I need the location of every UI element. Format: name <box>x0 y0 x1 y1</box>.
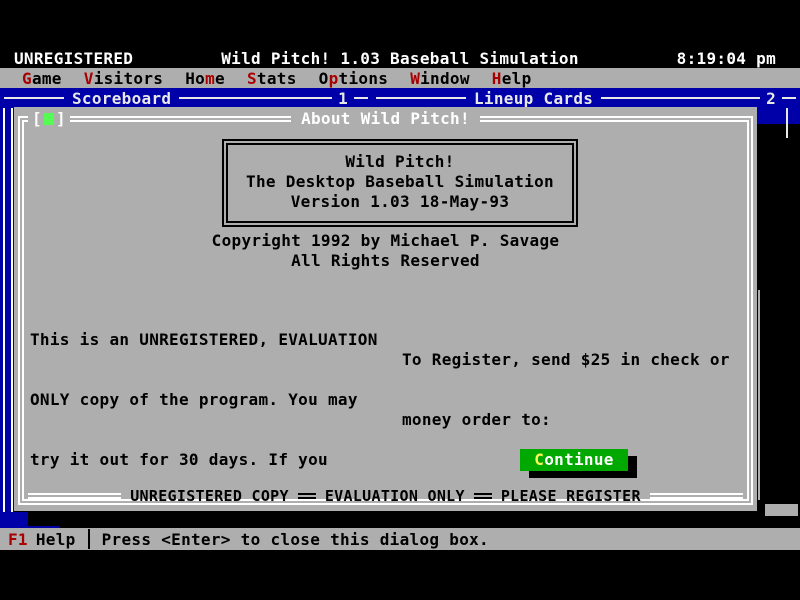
address-line: PO Box 536, Glen Ridge, NJ 07028 <box>426 590 752 600</box>
app-titlebar: UNREGISTERED Wild Pitch! 1.03 Baseball S… <box>0 48 800 68</box>
close-glyph-icon <box>44 113 54 125</box>
paragraph-line: This is an UNREGISTERED, EVALUATION <box>30 330 410 350</box>
copyright-line: Copyright 1992 by Michael P. Savage <box>14 231 757 251</box>
register-intro-line: To Register, send $25 in check or <box>402 350 752 370</box>
line <box>650 493 743 499</box>
line <box>601 97 760 99</box>
menu-item-home[interactable]: Home <box>185 69 225 88</box>
badge-register: PLEASE REGISTER <box>501 487 641 505</box>
line <box>474 493 492 499</box>
window-number: 1 <box>332 89 354 108</box>
menu-bar: Game Visitors Home Stats Options Window … <box>0 68 800 88</box>
window-title: Scoreboard <box>64 89 179 108</box>
rights-line: All Rights Reserved <box>14 251 757 271</box>
menu-item-help[interactable]: Help <box>492 69 532 88</box>
menu-item-visitors[interactable]: Visitors <box>84 69 163 88</box>
copyright-block: Copyright 1992 by Michael P. Savage All … <box>14 231 757 271</box>
lineup-window-border <box>786 108 788 138</box>
program-subtitle: The Desktop Baseball Simulation <box>228 172 572 192</box>
help-label[interactable]: Help <box>36 530 76 549</box>
about-dialog: About Wild Pitch! [] Wild Pitch! The Des… <box>14 107 757 511</box>
program-info-box: Wild Pitch! The Desktop Baseball Simulat… <box>222 139 578 227</box>
line <box>179 97 332 99</box>
program-name: Wild Pitch! <box>228 152 572 172</box>
menu-item-game[interactable]: Game <box>22 69 62 88</box>
border-line <box>3 108 13 528</box>
lineup-window-corner <box>757 108 800 124</box>
dialog-title: About Wild Pitch! <box>291 109 480 128</box>
paragraph-line: ONLY copy of the program. You may <box>30 390 410 410</box>
background-window-titles: Scoreboard 1 Lineup Cards 2 <box>0 88 800 108</box>
status-message: Press <Enter> to close this dialog box. <box>102 530 489 549</box>
menu-item-options[interactable]: Options <box>319 69 389 88</box>
evaluation-paragraph: This is an UNREGISTERED, EVALUATION ONLY… <box>30 290 410 600</box>
window-number: 2 <box>760 89 782 108</box>
window-title: Lineup Cards <box>466 89 601 108</box>
scoreboard-window-edge <box>0 108 14 528</box>
dialog-title-row: About Wild Pitch! <box>14 109 757 128</box>
program-version: Version 1.03 18-May-93 <box>228 192 572 212</box>
window-tab-scoreboard[interactable]: Scoreboard 1 <box>0 88 372 108</box>
continue-button[interactable]: Continue <box>520 449 628 471</box>
paragraph-line: you'll have to register. When you <box>30 570 410 590</box>
badge-evaluation: EVALUATION ONLY <box>325 487 465 505</box>
dos-screen: UNREGISTERED Wild Pitch! 1.03 Baseball S… <box>0 0 800 600</box>
divider <box>88 529 90 549</box>
line <box>4 97 64 99</box>
status-bar: F1 Help Press <Enter> to close this dial… <box>0 528 800 550</box>
line <box>28 493 121 499</box>
line <box>782 97 796 99</box>
badge-unregistered: UNREGISTERED COPY <box>130 487 289 505</box>
paragraph-line: would like to continue to use it, <box>30 510 410 530</box>
window-tab-lineup-cards[interactable]: Lineup Cards 2 <box>372 88 800 108</box>
window-shadow-remnant <box>765 504 798 516</box>
menu-item-stats[interactable]: Stats <box>247 69 297 88</box>
register-intro-line: money order to: <box>402 410 752 430</box>
menu-item-window[interactable]: Window <box>410 69 470 88</box>
line <box>376 97 466 99</box>
paragraph-line: try it out for 30 days. If you <box>30 450 410 470</box>
f1-key-hint[interactable]: F1 <box>8 530 28 549</box>
line <box>354 97 368 99</box>
clock: 8:19:04 pm <box>677 49 776 68</box>
line <box>298 493 316 499</box>
close-button[interactable]: [] <box>28 109 70 128</box>
dialog-footer-badges: UNREGISTERED COPY EVALUATION ONLY PLEASE… <box>28 487 743 505</box>
lineup-window-border-remnant <box>758 290 760 500</box>
